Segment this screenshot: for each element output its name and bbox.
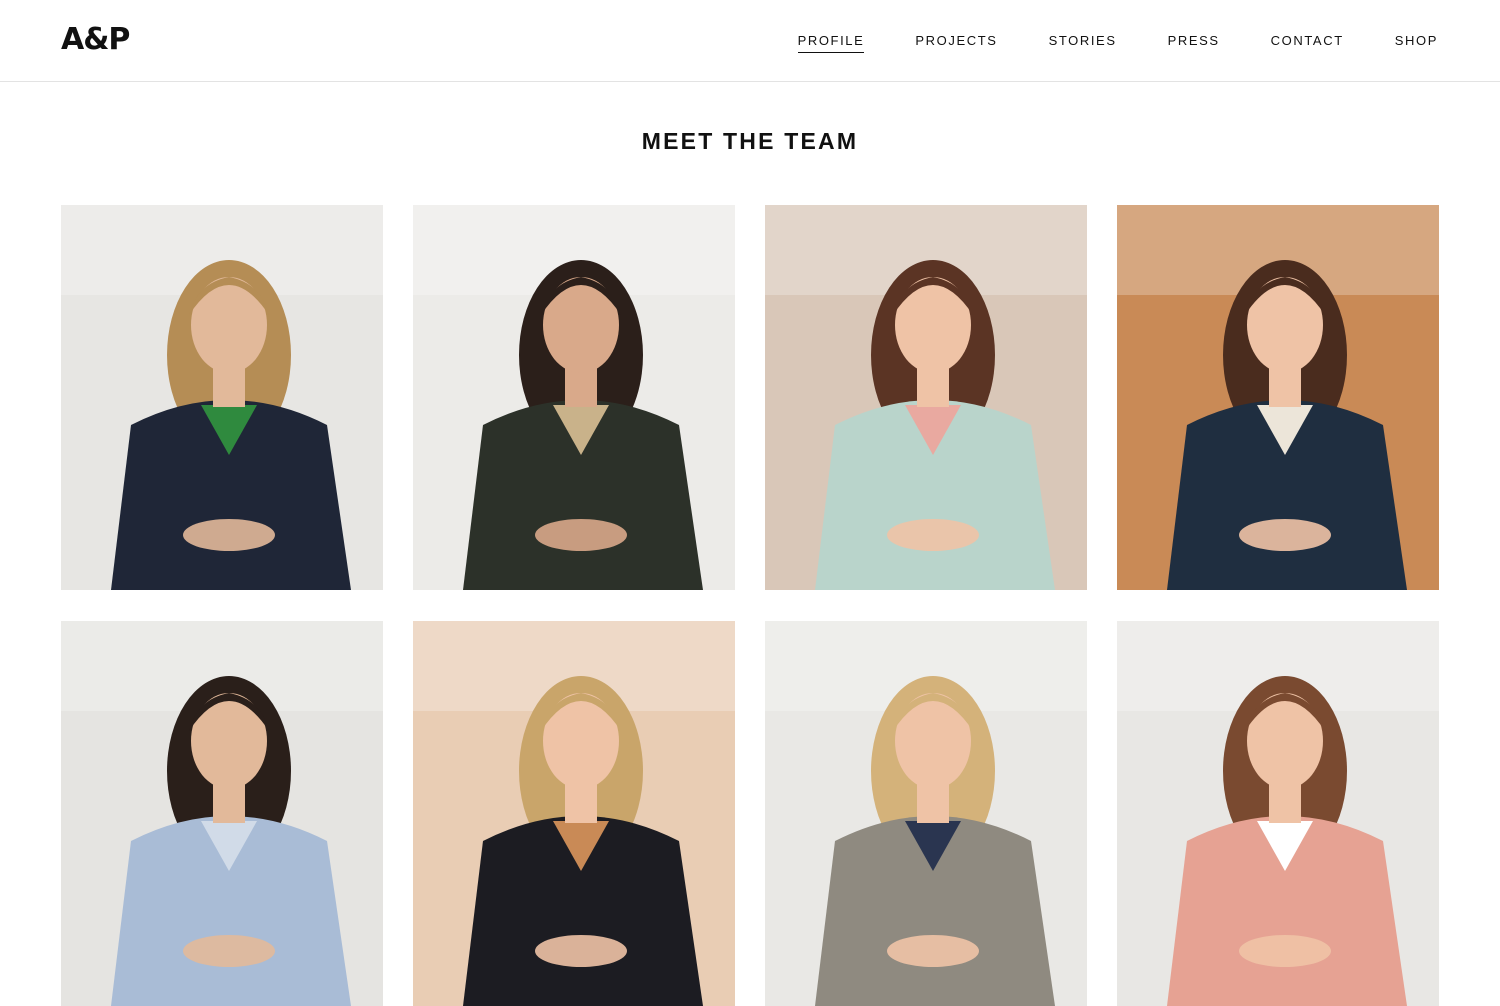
portrait-dark-hair-floral-dress <box>413 205 735 590</box>
nav-item-shop[interactable]: SHOP <box>1395 32 1438 53</box>
team-member-card[interactable] <box>1117 205 1439 590</box>
team-member-card[interactable] <box>413 205 735 590</box>
nav-item-profile[interactable]: PROFILE <box>797 32 865 53</box>
portrait-auburn-hair-coral-dress <box>1117 621 1439 1006</box>
nav-item-projects[interactable]: PROJECTS <box>915 32 997 53</box>
portrait-curly-blonde-navy-blazer-green-shirt <box>61 205 383 590</box>
team-member-card[interactable] <box>765 205 1087 590</box>
main-nav: PROFILE PROJECTS STORIES PRESS CONTACT S… <box>747 32 1438 53</box>
page-title: MEET THE TEAM <box>641 128 859 154</box>
portrait-long-hair-navy-dress-armchair <box>1117 205 1439 590</box>
portrait-bob-hair-mint-top <box>765 205 1087 590</box>
nav-item-contact[interactable]: CONTACT <box>1271 32 1344 53</box>
team-member-card[interactable] <box>413 621 735 1006</box>
portrait-blonde-checked-blazer <box>765 621 1087 1006</box>
nav-item-press[interactable]: PRESS <box>1168 32 1220 53</box>
portrait-dark-hair-light-blue-jacket <box>61 621 383 1006</box>
site-header: A&P PROFILE PROJECTS STORIES PRESS CONTA… <box>0 0 1500 82</box>
nav-item-stories[interactable]: STORIES <box>1049 32 1117 53</box>
team-member-card[interactable] <box>765 621 1087 1006</box>
team-member-card[interactable] <box>61 621 383 1006</box>
brand-logo[interactable]: A&P <box>61 22 130 58</box>
portrait-blonde-black-blazer <box>413 621 735 1006</box>
team-member-card[interactable] <box>61 205 383 590</box>
team-member-card[interactable] <box>1117 621 1439 1006</box>
